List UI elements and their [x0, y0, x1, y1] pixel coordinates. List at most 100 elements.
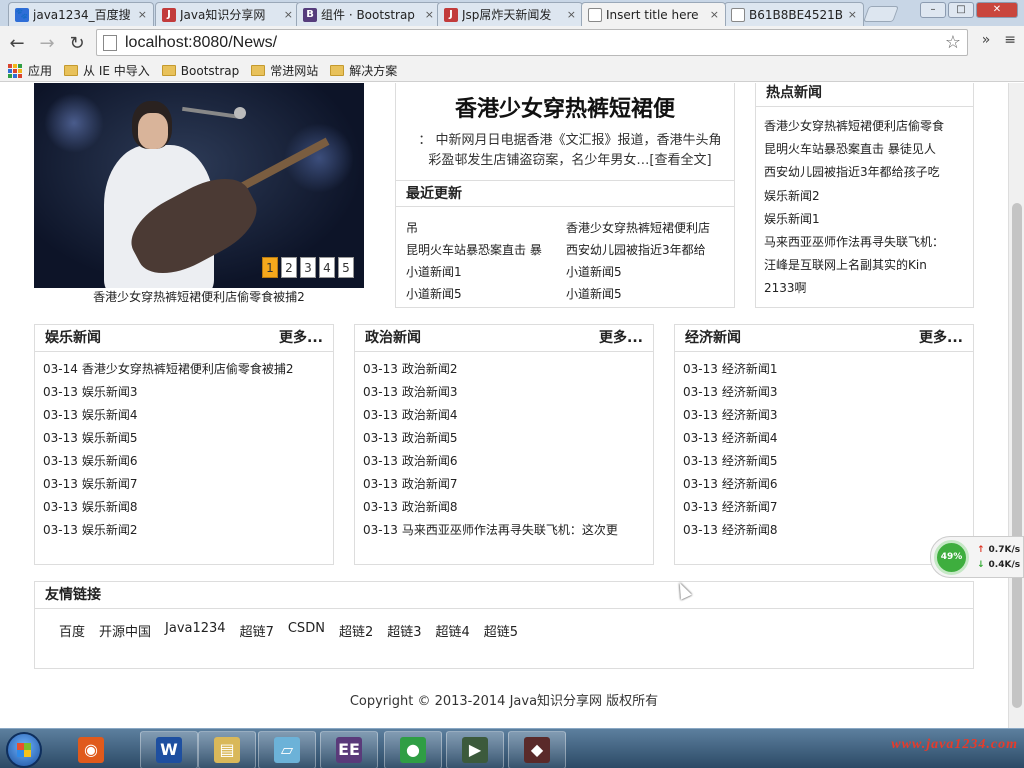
friend-link[interactable]: 百度: [59, 621, 85, 640]
latest-news-link[interactable]: 小道新闻5: [566, 283, 736, 305]
news-title[interactable]: 娱乐新闻4: [82, 408, 138, 422]
carousel-page-2[interactable]: 2: [281, 257, 297, 278]
hot-news-link[interactable]: 西安幼儿园被指近3年都给孩子吃: [764, 161, 973, 184]
scrollbar-thumb[interactable]: [1012, 203, 1022, 708]
more-link[interactable]: 更多...: [919, 325, 963, 351]
news-list-item[interactable]: 03-13 政治新闻6: [363, 450, 653, 473]
news-title[interactable]: 经济新闻7: [722, 500, 778, 514]
hot-news-link[interactable]: 马来西亚巫师作法再寻失联飞机：: [764, 231, 973, 254]
news-list-item[interactable]: 03-13 经济新闻7: [683, 496, 973, 519]
news-title[interactable]: 政治新闻5: [402, 431, 458, 445]
latest-news-link[interactable]: 西安幼儿园被指近3年都给: [566, 239, 736, 261]
back-arrow-icon[interactable]: ←: [4, 30, 30, 56]
hot-news-link[interactable]: 汪峰是互联网上名副其实的Kin: [764, 254, 973, 277]
news-list-item[interactable]: 03-13 娱乐新闻8: [43, 496, 333, 519]
news-title[interactable]: 娱乐新闻2: [82, 523, 138, 537]
news-list-item[interactable]: 03-13 政治新闻8: [363, 496, 653, 519]
news-title[interactable]: 经济新闻8: [722, 523, 778, 537]
news-list-item[interactable]: 03-13 马来西亚巫师作法再寻失联飞机：这次更: [363, 519, 653, 542]
news-title[interactable]: 政治新闻8: [402, 500, 458, 514]
carousel-page-1[interactable]: 1: [262, 257, 278, 278]
tab-close-icon[interactable]: ×: [425, 8, 434, 21]
taskbar-app-button[interactable]: ▤: [198, 731, 256, 768]
news-list-item[interactable]: 03-13 经济新闻8: [683, 519, 973, 542]
bookmark-ie-import[interactable]: 从 IE 中导入: [64, 62, 150, 79]
news-list-item[interactable]: 03-14 香港少女穿热裤短裙便利店偷零食被捕2: [43, 358, 333, 381]
tab-close-icon[interactable]: ×: [284, 8, 293, 21]
tab-close-icon[interactable]: ×: [138, 8, 147, 21]
news-list-item[interactable]: 03-13 经济新闻5: [683, 450, 973, 473]
reload-icon[interactable]: ↻: [64, 30, 90, 56]
browser-tab[interactable]: 🐾 java1234_百度搜 ×: [8, 2, 154, 26]
carousel-caption[interactable]: 香港少女穿热裤短裙便利店偷零食被捕2: [34, 288, 364, 306]
news-title[interactable]: 政治新闻2: [402, 362, 458, 376]
more-link[interactable]: 更多...: [279, 325, 323, 351]
news-list-item[interactable]: 03-13 政治新闻4: [363, 404, 653, 427]
friend-link[interactable]: 开源中国: [99, 621, 151, 640]
latest-news-link[interactable]: 小道新闻5: [406, 283, 566, 305]
news-list-item[interactable]: 03-13 娱乐新闻4: [43, 404, 333, 427]
friend-link[interactable]: Java1234: [165, 621, 226, 640]
carousel-page-4[interactable]: 4: [319, 257, 335, 278]
news-list-item[interactable]: 03-13 经济新闻1: [683, 358, 973, 381]
news-list-item[interactable]: 03-13 经济新闻4: [683, 427, 973, 450]
maximize-button[interactable]: □: [948, 2, 974, 18]
news-list-item[interactable]: 03-13 政治新闻5: [363, 427, 653, 450]
news-title[interactable]: 政治新闻7: [402, 477, 458, 491]
tab-close-icon[interactable]: ×: [848, 8, 857, 21]
extensions-chevron-icon[interactable]: »: [982, 32, 991, 48]
headline-title[interactable]: 香港少女穿热裤短裙便: [396, 91, 734, 123]
headline-summary[interactable]: ： 中新网月日电据香港《文汇报》报道，香港牛头角彩盈邨发生店铺盗窃案，名少年男女…: [396, 131, 734, 171]
bookmark-solutions[interactable]: 解决方案: [330, 62, 397, 79]
carousel-page-3[interactable]: 3: [300, 257, 316, 278]
news-title[interactable]: 经济新闻3: [722, 408, 778, 422]
news-list-item[interactable]: 03-13 政治新闻2: [363, 358, 653, 381]
browser-tab[interactable]: B 组件 · Bootstrap ×: [296, 2, 441, 26]
bookmark-star-icon[interactable]: ☆: [945, 32, 961, 53]
news-title[interactable]: 经济新闻6: [722, 477, 778, 491]
address-url[interactable]: localhost:8080/News/: [125, 34, 277, 52]
news-title[interactable]: 经济新闻3: [722, 385, 778, 399]
news-title[interactable]: 娱乐新闻8: [82, 500, 138, 514]
more-link[interactable]: 更多...: [599, 325, 643, 351]
carousel-page-5[interactable]: 5: [338, 257, 354, 278]
hot-news-link[interactable]: 娱乐新闻1: [764, 208, 973, 231]
menu-icon[interactable]: ≡: [1004, 32, 1016, 48]
forward-arrow-icon[interactable]: →: [34, 30, 60, 56]
tab-close-icon[interactable]: ×: [567, 8, 576, 21]
friend-link[interactable]: 超链2: [339, 621, 373, 640]
news-title[interactable]: 经济新闻5: [722, 454, 778, 468]
friend-link[interactable]: 超链4: [436, 621, 470, 640]
tab-close-icon[interactable]: ×: [710, 8, 719, 21]
news-list-item[interactable]: 03-13 经济新闻3: [683, 404, 973, 427]
news-list-item[interactable]: 03-13 政治新闻3: [363, 381, 653, 404]
latest-news-link[interactable]: 小道新闻1: [406, 261, 566, 283]
new-tab-button[interactable]: [863, 6, 899, 22]
address-bar[interactable]: localhost:8080/News/ ☆: [96, 29, 968, 56]
browser-tab[interactable]: B61B8BE4521B ×: [724, 2, 864, 26]
news-list-item[interactable]: 03-13 经济新闻3: [683, 381, 973, 404]
news-title[interactable]: 娱乐新闻5: [82, 431, 138, 445]
friend-link[interactable]: 超链7: [240, 621, 274, 640]
hot-news-link[interactable]: 2133啊: [764, 277, 973, 300]
taskbar-app-button[interactable]: ▶: [446, 731, 504, 768]
news-title[interactable]: 政治新闻6: [402, 454, 458, 468]
news-title[interactable]: 马来西亚巫师作法再寻失联飞机：这次更: [402, 523, 618, 537]
news-list-item[interactable]: 03-13 经济新闻6: [683, 473, 973, 496]
news-list-item[interactable]: 03-13 娱乐新闻6: [43, 450, 333, 473]
news-list-item[interactable]: 03-13 娱乐新闻7: [43, 473, 333, 496]
latest-news-link[interactable]: 昆明火车站暴恐案直击 暴: [406, 239, 566, 261]
start-button[interactable]: [6, 732, 42, 768]
browser-tab[interactable]: J Jsp屌炸天新闻发 ×: [437, 2, 583, 26]
bookmark-bootstrap[interactable]: Bootstrap: [161, 64, 239, 78]
latest-news-link[interactable]: 吊: [406, 217, 566, 239]
news-list-item[interactable]: 03-13 政治新闻7: [363, 473, 653, 496]
news-title[interactable]: 娱乐新闻7: [82, 477, 138, 491]
taskbar-app-button[interactable]: W: [140, 731, 198, 768]
news-title[interactable]: 娱乐新闻3: [82, 385, 138, 399]
taskbar-app-button[interactable]: EE: [320, 731, 378, 768]
taskbar-app-button[interactable]: ◆: [508, 731, 566, 768]
news-title[interactable]: 香港少女穿热裤短裙便利店偷零食被捕2: [82, 362, 294, 376]
bookmark-apps[interactable]: 应用: [8, 62, 52, 79]
hot-news-link[interactable]: 昆明火车站暴恐案直击 暴徒见人: [764, 138, 973, 161]
